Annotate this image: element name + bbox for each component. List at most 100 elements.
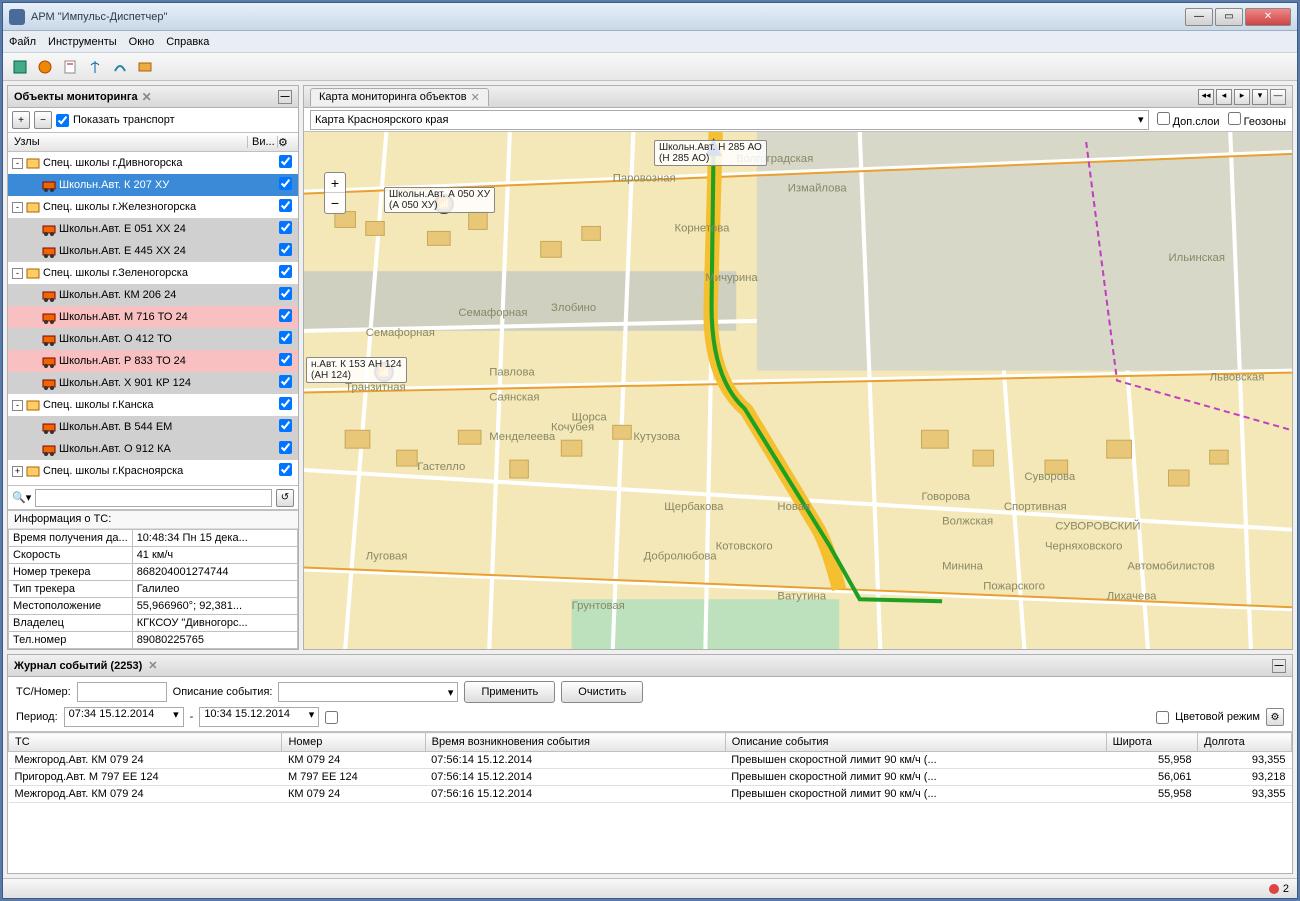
tree-vehicle[interactable]: Школьн.Авт. В 544 ЕМ	[8, 416, 298, 438]
tree-visibility-checkbox[interactable]	[279, 441, 292, 454]
tree-vehicle[interactable]: Школьн.Авт. О 412 ТО	[8, 328, 298, 350]
layers-checkbox[interactable]	[1157, 112, 1170, 125]
toolbar-btn-layers[interactable]	[134, 56, 156, 78]
journal-table[interactable]: ТСНомерВремя возникновения событияОписан…	[8, 732, 1292, 873]
status-alert-icon[interactable]	[1269, 884, 1279, 894]
tree-visibility-checkbox[interactable]	[279, 463, 292, 476]
toolbar-btn-3[interactable]	[59, 56, 81, 78]
tree-visibility-checkbox[interactable]	[279, 331, 292, 344]
period-from-input[interactable]: 07:34 15.12.2014▾	[64, 707, 184, 727]
tree-visibility-checkbox[interactable]	[279, 177, 292, 190]
tree-group[interactable]: -Спец. школы г.Дивногорска	[8, 152, 298, 174]
tree-expand-icon[interactable]: -	[12, 158, 23, 169]
tree-visibility-checkbox[interactable]	[279, 199, 292, 212]
tree-visibility-checkbox[interactable]	[279, 375, 292, 388]
journal-row[interactable]: Межгород.Авт. КМ 079 24КМ 079 2407:56:14…	[9, 752, 1292, 769]
toolbar-btn-2[interactable]	[34, 56, 56, 78]
tree-expand-icon[interactable]: -	[12, 400, 23, 411]
tree-visibility-checkbox[interactable]	[279, 221, 292, 234]
period-lock-checkbox[interactable]	[325, 711, 338, 724]
tree-vehicle[interactable]: Школьн.Авт. КМ 206 24	[8, 284, 298, 306]
journal-col-header[interactable]: Широта	[1106, 733, 1198, 752]
map-vehicle-label[interactable]: Школьн.Авт. Н 285 АО(Н 285 АО)	[654, 140, 767, 166]
collapse-all-button[interactable]: −	[34, 111, 52, 129]
zoom-out-button[interactable]: −	[325, 193, 345, 213]
search-clear-button[interactable]: ↺	[276, 489, 294, 507]
journal-col-header[interactable]: ТС	[9, 733, 282, 752]
toolbar-btn-antenna[interactable]	[84, 56, 106, 78]
journal-settings-button[interactable]: ⚙	[1266, 708, 1284, 726]
menu-tools[interactable]: Инструменты	[48, 36, 117, 48]
apply-filter-button[interactable]: Применить	[464, 681, 555, 703]
tree-vehicle[interactable]: Школьн.Авт. Х 901 КР 124	[8, 372, 298, 394]
window-maximize-button[interactable]: ▭	[1215, 8, 1243, 26]
tree-group[interactable]: -Спец. школы г.Железногорска	[8, 196, 298, 218]
objects-panel-close-icon[interactable]: ✕	[142, 90, 152, 104]
expand-all-button[interactable]: +	[12, 111, 30, 129]
window-close-button[interactable]: ✕	[1245, 8, 1291, 26]
object-tree[interactable]: -Спец. школы г.ДивногорскаШкольн.Авт. К …	[8, 152, 298, 486]
tree-visibility-checkbox[interactable]	[279, 397, 292, 410]
layers-checkbox-wrap[interactable]: Доп.слои	[1157, 112, 1220, 128]
journal-col-header[interactable]: Время возникновения события	[425, 733, 725, 752]
tree-expand-icon[interactable]: +	[12, 466, 23, 477]
bus-icon	[42, 420, 56, 434]
map-canvas[interactable]: ВолгоградскаяМичуринаИзмайловаСемафорная…	[304, 132, 1292, 649]
tree-group[interactable]: +Спец. школы г.Красноярска	[8, 460, 298, 482]
objects-panel-minimize-icon[interactable]: —	[278, 90, 292, 104]
map-vehicle-label[interactable]: н.Авт. К 153 АН 124(АН 124)	[306, 357, 407, 383]
menu-help[interactable]: Справка	[166, 36, 209, 48]
toolbar-btn-1[interactable]	[9, 56, 31, 78]
nav-dropdown-button[interactable]: ▾	[1252, 89, 1268, 105]
tree-visibility-checkbox[interactable]	[279, 353, 292, 366]
journal-col-header[interactable]: Номер	[282, 733, 425, 752]
tree-visibility-checkbox[interactable]	[279, 265, 292, 278]
period-to-input[interactable]: 10:34 15.12.2014▾	[199, 707, 319, 727]
journal-close-icon[interactable]: ✕	[148, 659, 157, 672]
nav-next-button[interactable]: ▸	[1234, 89, 1250, 105]
menu-file[interactable]: Файл	[9, 36, 36, 48]
tree-col-nodes[interactable]: Узлы	[8, 136, 248, 148]
nav-prev-button[interactable]: ◂	[1216, 89, 1232, 105]
journal-row[interactable]: Межгород.Авт. КМ 079 24КМ 079 2407:56:16…	[9, 786, 1292, 803]
tree-visibility-checkbox[interactable]	[279, 155, 292, 168]
tree-vehicle[interactable]: Школьн.Авт. Е 445 ХХ 24	[8, 240, 298, 262]
tree-visibility-checkbox[interactable]	[279, 287, 292, 300]
color-mode-checkbox[interactable]	[1156, 711, 1169, 724]
tree-vehicle[interactable]: Школьн.Авт. Р 833 ТО 24	[8, 350, 298, 372]
geozones-checkbox[interactable]	[1228, 112, 1241, 125]
journal-col-header[interactable]: Описание события	[725, 733, 1106, 752]
tree-visibility-checkbox[interactable]	[279, 309, 292, 322]
zoom-in-button[interactable]: +	[325, 173, 345, 193]
map-tab[interactable]: Карта мониторинга объектов ✕	[310, 88, 489, 106]
tree-visibility-checkbox[interactable]	[279, 419, 292, 432]
filter-tcnum-input[interactable]	[77, 682, 167, 702]
show-transport-checkbox[interactable]	[56, 114, 69, 127]
tree-expand-icon[interactable]: -	[12, 268, 23, 279]
search-input[interactable]	[35, 489, 272, 507]
tree-col-settings-icon[interactable]: ⚙	[278, 136, 298, 149]
tree-vehicle[interactable]: Школьн.Авт. К 207 ХУ	[8, 174, 298, 196]
clear-filter-button[interactable]: Очистить	[561, 681, 643, 703]
tree-group[interactable]: -Спец. школы г.Канска	[8, 394, 298, 416]
map-tab-close-icon[interactable]: ✕	[471, 91, 480, 104]
tree-vehicle[interactable]: Школьн.Авт. М 716 ТО 24	[8, 306, 298, 328]
tree-group[interactable]: -Спец. школы г.Зеленогорска	[8, 262, 298, 284]
geozones-checkbox-wrap[interactable]: Геозоны	[1228, 112, 1286, 128]
nav-first-button[interactable]: ◂◂	[1198, 89, 1214, 105]
window-minimize-button[interactable]: —	[1185, 8, 1213, 26]
tree-expand-icon[interactable]: -	[12, 202, 23, 213]
map-selector-dropdown[interactable]: Карта Красноярского края▾	[310, 110, 1149, 130]
tree-vehicle[interactable]: Школьн.Авт. Е 051 ХХ 24	[8, 218, 298, 240]
toolbar-btn-route[interactable]	[109, 56, 131, 78]
tree-visibility-checkbox[interactable]	[279, 243, 292, 256]
tree-col-visibility[interactable]: Ви...	[248, 136, 278, 148]
tree-vehicle[interactable]: Школьн.Авт. О 912 КА	[8, 438, 298, 460]
journal-row[interactable]: Пригород.Авт. М 797 ЕЕ 124М 797 ЕЕ 12407…	[9, 769, 1292, 786]
filter-desc-dropdown[interactable]: ▾	[278, 682, 458, 702]
map-vehicle-label[interactable]: Школьн.Авт. А 050 ХУ(А 050 ХУ)	[384, 187, 495, 213]
nav-minimize-button[interactable]: —	[1270, 89, 1286, 105]
journal-col-header[interactable]: Долгота	[1198, 733, 1292, 752]
menu-window[interactable]: Окно	[129, 36, 155, 48]
journal-minimize-icon[interactable]: —	[1272, 659, 1286, 673]
